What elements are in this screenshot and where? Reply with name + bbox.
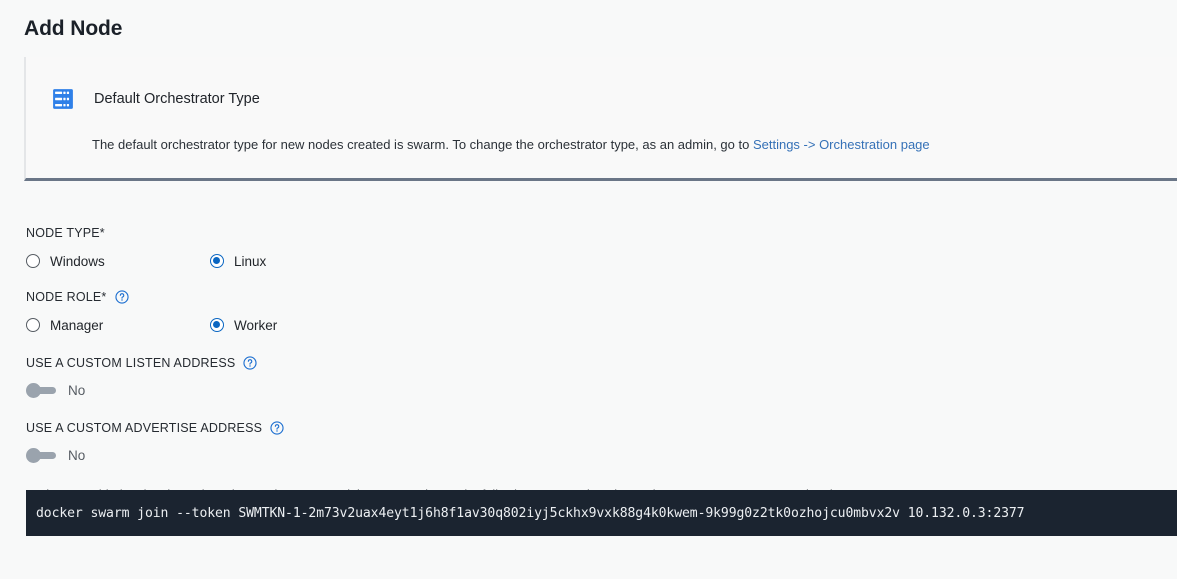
toggle-knob — [26, 382, 41, 398]
custom-listen-address-toggle[interactable] — [26, 382, 56, 398]
node-role-radio-group: Manager Worker — [26, 315, 1156, 335]
node-role-label: NODE ROLE* — [26, 288, 1156, 306]
toggle-knob — [26, 447, 41, 463]
custom-listen-address-value: No — [68, 382, 86, 398]
radio-worker[interactable] — [210, 318, 224, 332]
node-role-label-text: NODE ROLE* — [26, 290, 107, 304]
join-command-text: docker swarm join --token SWMTKN-1-2m73v… — [36, 505, 1025, 521]
join-command-block[interactable]: docker swarm join --token SWMTKN-1-2m73v… — [26, 490, 1177, 536]
custom-advertise-address-block: USE A CUSTOM ADVERTISE ADDRESS No — [26, 419, 1156, 465]
radio-windows[interactable] — [26, 254, 40, 268]
node-type-label: NODE TYPE* — [26, 224, 1156, 242]
custom-advertise-address-toggle[interactable] — [26, 447, 56, 463]
node-type-label-text: NODE TYPE* — [26, 226, 105, 240]
page-title: Add Node — [24, 17, 123, 40]
info-card-description-text: The default orchestrator type for new no… — [92, 137, 753, 152]
node-type-radio-group: Windows Linux — [26, 251, 1156, 271]
radio-option-manager[interactable]: Manager — [26, 318, 210, 333]
default-orchestrator-info-card: Default Orchestrator Type The default or… — [24, 57, 1177, 181]
radio-windows-label: Windows — [50, 253, 105, 269]
custom-listen-address-toggle-row[interactable]: No — [26, 380, 1156, 400]
radio-option-linux[interactable]: Linux — [210, 254, 266, 269]
radio-manager-label: Manager — [50, 317, 104, 333]
custom-listen-address-label: USE A CUSTOM LISTEN ADDRESS — [26, 354, 1156, 372]
help-circle-icon-node-role[interactable] — [114, 290, 129, 304]
custom-listen-address-label-text: USE A CUSTOM LISTEN ADDRESS — [26, 356, 236, 370]
info-card-title: Default Orchestrator Type — [94, 91, 260, 107]
radio-option-windows[interactable]: Windows — [26, 254, 210, 269]
radio-linux-label: Linux — [234, 253, 267, 269]
info-card-description: The default orchestrator type for new no… — [92, 136, 930, 154]
radio-worker-label: Worker — [234, 317, 278, 333]
custom-advertise-address-label-text: USE A CUSTOM ADVERTISE ADDRESS — [26, 421, 263, 435]
server-rack-icon — [52, 88, 74, 110]
orchestration-settings-link[interactable]: Settings -> Orchestration page — [753, 137, 930, 152]
help-circle-icon-listen-address[interactable] — [243, 356, 258, 370]
custom-advertise-address-value: No — [68, 447, 86, 463]
info-card-header: Default Orchestrator Type — [52, 88, 260, 110]
add-node-form: NODE TYPE* Windows Linux NODE ROLE* Mana… — [26, 224, 1156, 502]
help-circle-icon-advertise-address[interactable] — [270, 421, 284, 435]
custom-advertise-address-toggle-row[interactable]: No — [26, 445, 1156, 465]
radio-option-worker[interactable]: Worker — [210, 318, 277, 333]
custom-advertise-address-label: USE A CUSTOM ADVERTISE ADDRESS — [26, 419, 1156, 437]
radio-linux[interactable] — [210, 254, 224, 268]
radio-manager[interactable] — [26, 318, 40, 332]
custom-listen-address-block: USE A CUSTOM LISTEN ADDRESS No — [26, 354, 1156, 400]
add-node-page: Add Node Default Orchestrator Type The d… — [0, 0, 1177, 579]
